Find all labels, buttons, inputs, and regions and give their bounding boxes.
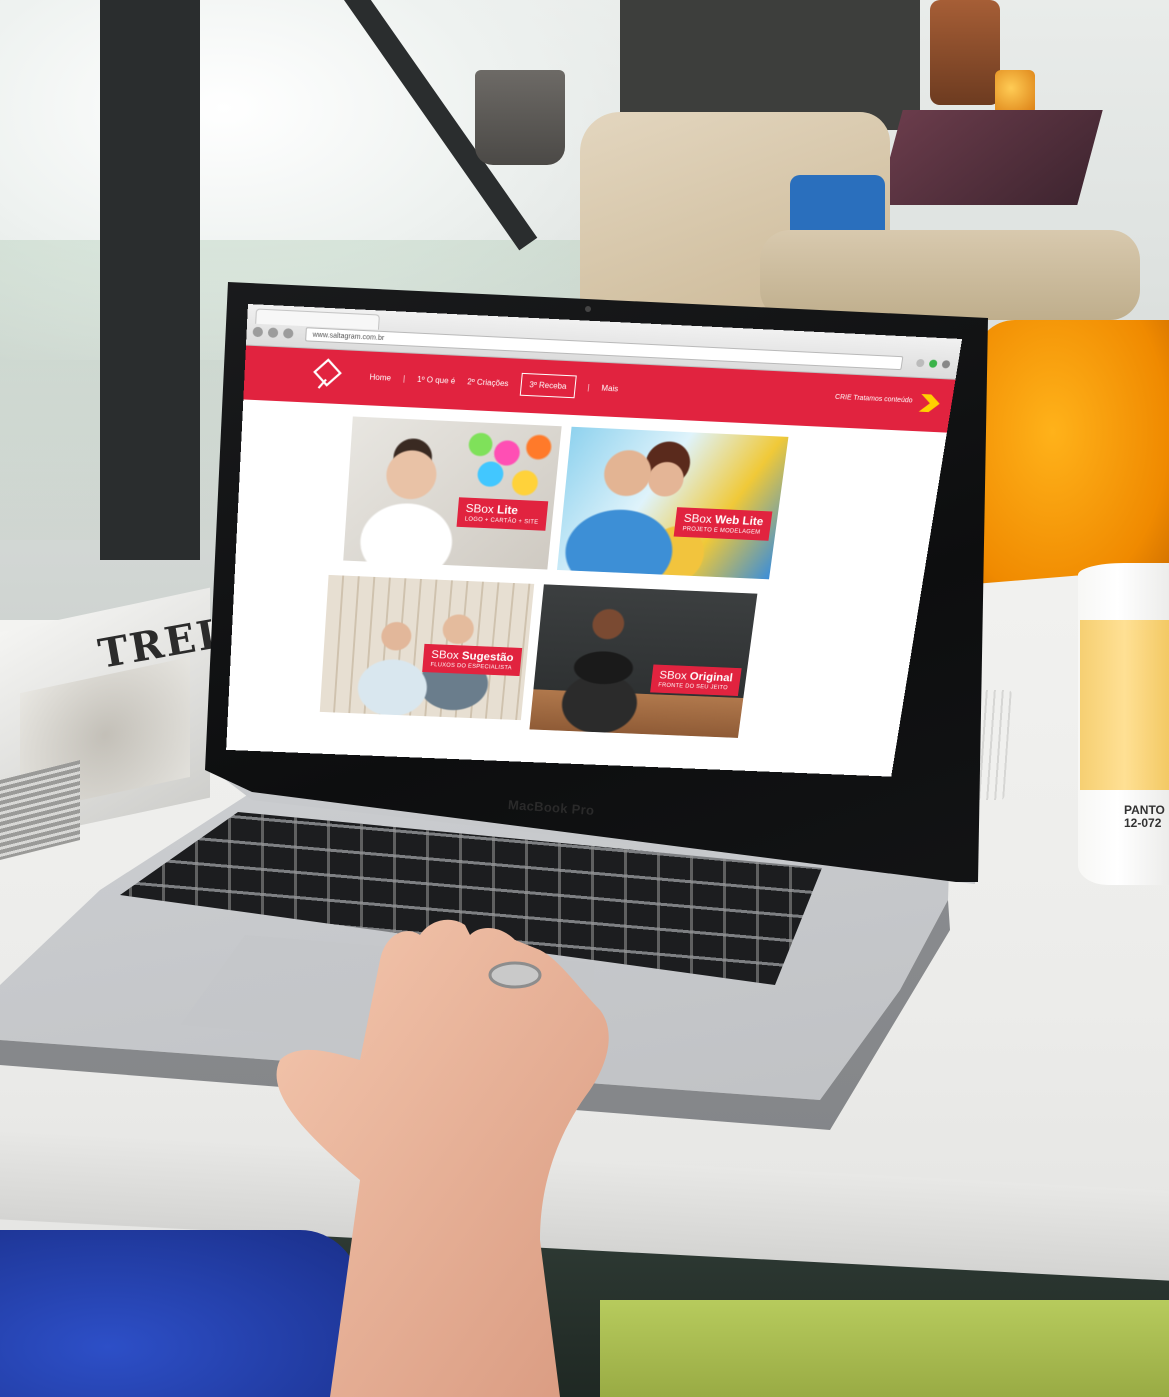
- hand: [276, 919, 609, 1397]
- ring: [488, 961, 542, 989]
- photo-scene: TREL PANTO 12-072 MacBook Pro www.saltag…: [0, 0, 1169, 1397]
